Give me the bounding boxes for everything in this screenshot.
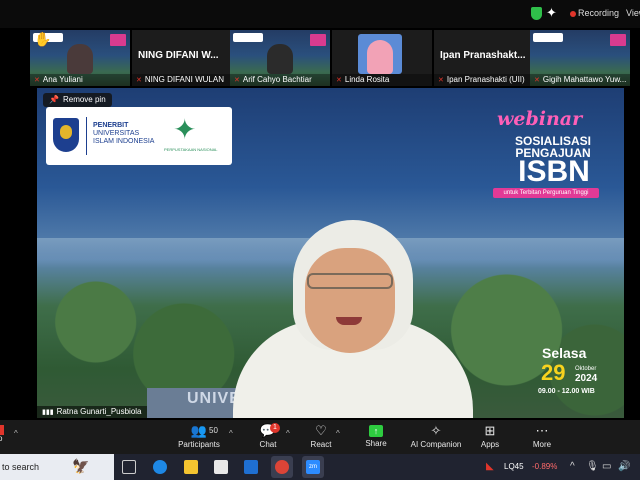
meeting-toolbar: ^ o 👥 Participants 50 ^ 💬 Chat 1 ^ ♡ Rea… (0, 420, 640, 454)
chevron-up-icon[interactable]: ^ (229, 429, 233, 438)
remove-pin-button[interactable]: 📌 Remove pin (43, 93, 112, 107)
stock-chart-icon: ◣ (486, 461, 494, 472)
event-date: 29 (541, 360, 566, 385)
participant-name: ✕ NING DIFANI WULAN (132, 74, 232, 86)
participant-tile[interactable]: ✕ Gigih Mahattawo Yuw... (530, 30, 630, 86)
mic-muted-icon: ✕ (534, 77, 540, 84)
participant-video (67, 44, 93, 74)
signal-bars-icon: ▮▮▮ (42, 409, 54, 416)
store-icon[interactable] (214, 460, 228, 474)
stock-ticker[interactable]: LQ45 (504, 462, 524, 471)
speaker-glasses (307, 273, 393, 289)
pnri-star-icon: ✦ (173, 114, 197, 145)
mic-muted-icon: ✕ (136, 77, 142, 84)
apps-button[interactable]: ⊞ Apps (476, 420, 504, 454)
event-day: Selasa (542, 345, 587, 361)
uii-logo-icon (533, 33, 563, 42)
recording-dot-icon (570, 11, 576, 17)
edge-browser-icon[interactable] (153, 460, 167, 474)
security-shield-icon[interactable] (531, 7, 542, 20)
speaker-name-label: ▮▮▮ Ratna Gunarti_Pusbiola (37, 406, 147, 418)
mic-muted-icon: ✕ (438, 77, 444, 84)
zoom-meeting-window: ✦ Recording View ✕Ana Yuliani NING DIFAN… (0, 0, 640, 480)
stock-change: -0.89% (532, 462, 558, 471)
mail-icon[interactable] (244, 460, 258, 474)
chevron-up-icon[interactable]: ^ (336, 429, 340, 438)
participant-video (267, 44, 293, 74)
uii-logo-icon (233, 33, 263, 42)
meeting-top-bar: ✦ Recording View (0, 0, 640, 28)
windows-taskbar: to search 🦅 zm ◣ LQ45 -0.89% ^ 🎙 ▭ 🔊 (0, 454, 640, 480)
participant-name: ✕ Ana Yuliani (30, 74, 130, 86)
more-dots-icon: ⋯ (535, 423, 549, 438)
share-arrow-icon: ↑ (369, 425, 383, 437)
recording-label[interactable]: Recording (578, 8, 619, 18)
participants-count: 50 (209, 426, 218, 435)
participant-name: ✕ Linda Rosita (332, 74, 432, 86)
uii-crest-icon (53, 118, 79, 152)
heart-icon: ♡ (315, 423, 327, 438)
garuda-icon: 🦅 (72, 458, 90, 474)
mic-muted-icon: ✕ (34, 77, 40, 84)
chat-unread-badge: 1 (270, 423, 280, 433)
more-button[interactable]: ⋯ More (528, 420, 556, 454)
participant-name: ✕ Arif Cahyo Bachtiar (230, 74, 330, 86)
participant-tile[interactable]: NING DIFANI W... ✕ NING DIFANI WULAN (132, 30, 232, 86)
pin-icon: 📌 (49, 95, 59, 104)
zoom-app-icon[interactable]: zm (306, 460, 320, 474)
participant-big-name: NING DIFANI W... (138, 50, 219, 61)
ai-companion-button[interactable]: ✧ AI Companion (408, 420, 464, 454)
chevron-up-icon[interactable]: ^ (14, 429, 18, 438)
share-button[interactable]: ↑ Share (362, 420, 390, 454)
event-month: Oktober (575, 366, 597, 372)
participant-big-name: Ipan Pranashakt... (440, 50, 526, 61)
participant-tile[interactable]: ✕ Arif Cahyo Bachtiar (230, 30, 330, 86)
taskbar-search[interactable]: to search (0, 454, 114, 480)
mic-muted-icon: ✕ (336, 77, 342, 84)
chevron-up-icon[interactable]: ^ (570, 461, 575, 472)
isbn-subtitle: untuk Terbitan Perguruan Tinggi (493, 188, 599, 198)
file-explorer-icon[interactable] (184, 460, 198, 474)
participant-tile[interactable]: Ipan Pranashakt... ✕ Ipan Pranashakti (UI… (434, 30, 534, 86)
view-button[interactable]: View (626, 8, 640, 18)
isbn-badge-icon (310, 34, 326, 46)
chevron-up-icon[interactable]: ^ (286, 429, 290, 438)
chrome-icon[interactable] (275, 460, 289, 474)
isbn-badge-icon (110, 34, 126, 46)
avatar-face-icon (367, 40, 393, 74)
isbn-title: ISBN (518, 155, 590, 188)
task-view-icon[interactable] (122, 460, 136, 474)
network-icon[interactable]: ▭ (602, 461, 611, 472)
microphone-icon[interactable]: 🎙 (586, 461, 599, 472)
apps-icon: ⊞ (484, 423, 496, 438)
raised-hand-icon: ✋ (34, 31, 52, 47)
react-button[interactable]: ♡ React (306, 420, 336, 454)
publisher-logo-card: PENERBIT UNIVERSITAS ISLAM INDONESIA ✦ P… (46, 107, 232, 165)
publisher-text: PENERBIT UNIVERSITAS ISLAM INDONESIA (93, 122, 155, 145)
participant-name: ✕ Ipan Pranashakti (UII) (434, 74, 534, 86)
mic-muted-icon: ✕ (234, 77, 240, 84)
event-time: 09.00 - 12.00 WIB (538, 388, 595, 395)
ai-sparkle-icon: ✧ (430, 423, 442, 438)
participant-name: ✕ Gigih Mahattawo Yuw... (530, 74, 630, 86)
participant-thumbnail-strip: ✕ Ana Yuliani NING DIFANI W... ✕ NING DIFA… (0, 30, 640, 86)
ai-sparkle-icon[interactable]: ✦ (546, 5, 557, 21)
participant-avatar (358, 34, 402, 74)
webinar-title: webinar (497, 108, 583, 130)
speaker-face (305, 248, 395, 353)
pnri-label: PERPUSTAKAAN NASIONAL (164, 147, 218, 152)
speaker-figure (233, 220, 473, 418)
event-year: 2024 (575, 373, 598, 384)
isbn-badge-icon (610, 34, 626, 46)
speaker-mouth (336, 317, 362, 325)
volume-icon[interactable]: 🔊 (618, 461, 630, 472)
logo-divider (86, 117, 87, 155)
left-control-label[interactable]: o (0, 434, 2, 454)
